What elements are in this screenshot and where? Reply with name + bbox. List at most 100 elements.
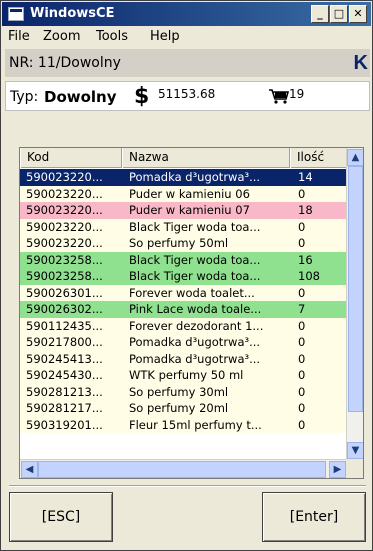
- cell-kod: 590023258...: [26, 269, 103, 283]
- cell-kod: 590023220...: [26, 186, 103, 201]
- enter-button[interactable]: [Enter]: [262, 492, 366, 542]
- vertical-scroll-thumb[interactable]: [348, 166, 363, 412]
- horizontal-scrollbar[interactable]: ◀ ▶: [20, 459, 347, 478]
- typ-label: Typ:: [10, 89, 39, 105]
- table-row[interactable]: 590245413... Pomadka d³ugotrwa³... 0: [20, 350, 347, 367]
- cell-ilosc: 0: [298, 285, 306, 300]
- dollar-icon: $: [134, 84, 150, 109]
- cell-nazwa: Pomadka d³ugotrwa³...: [129, 335, 261, 349]
- cell-nazwa: Pink Lace woda toale...: [129, 302, 262, 316]
- column-header-nazwa[interactable]: Nazwa: [122, 148, 290, 168]
- table-row[interactable]: 590026302... Pink Lace woda toale... 7: [20, 301, 347, 318]
- cell-nazwa: So perfumy 30ml: [129, 384, 229, 399]
- table-header: Kod Nazwa Ilość: [20, 148, 347, 168]
- cell-nazwa: So perfumy 20ml: [129, 401, 229, 415]
- table-row[interactable]: 590281217... So perfumy 20ml 0: [20, 400, 347, 417]
- cell-kod: 590319201...: [26, 417, 103, 432]
- cell-ilosc: 0: [298, 351, 306, 366]
- scroll-left-icon[interactable]: ◀: [21, 461, 38, 478]
- table-body: 590023220... Pomadka d³ugotrwa³... 14 59002…: [20, 169, 347, 460]
- cell-kod: 590281213...: [26, 384, 103, 399]
- menu-tools[interactable]: Tools: [96, 29, 128, 44]
- menu-file[interactable]: File: [8, 29, 30, 44]
- typ-summary: Typ: Dowolny $ 51153.68 19: [5, 81, 370, 111]
- maximize-button[interactable]: □: [330, 5, 348, 23]
- cell-ilosc: 7: [298, 302, 306, 316]
- cell-kod: 590023220...: [26, 170, 103, 184]
- app-window: WindowsCE _ □ ✕ File Zoom Tools Help NR:…: [0, 0, 373, 551]
- cell-kod: 590026302...: [26, 302, 103, 316]
- table-row[interactable]: 590023258... Black Tiger woda toa... 16: [20, 251, 347, 268]
- table-row[interactable]: 590026301... Forever woda toalet... 0: [20, 284, 347, 301]
- cell-kod: 590023220...: [26, 203, 103, 217]
- cart-icon: [269, 89, 290, 104]
- cell-nazwa: Pomadka d³ugotrwa³...: [129, 351, 261, 366]
- table-row[interactable]: 590023220... So perfumy 50ml 0: [20, 235, 347, 252]
- cell-ilosc: 0: [298, 368, 306, 382]
- item-count: 19: [289, 87, 305, 101]
- column-header-ilosc[interactable]: Ilość: [290, 148, 347, 168]
- cell-nazwa: Puder w kamieniu 06: [129, 186, 250, 201]
- table-row[interactable]: 590023220... Pomadka d³ugotrwa³... 14: [20, 169, 347, 186]
- table-row[interactable]: 590281213... So perfumy 30ml 0: [20, 383, 347, 400]
- resize-grip-icon: [346, 459, 363, 478]
- menu-help[interactable]: Help: [150, 29, 180, 44]
- title-bar[interactable]: WindowsCE _ □ ✕: [2, 2, 371, 26]
- cell-ilosc: 0: [298, 219, 306, 234]
- cell-nazwa: Black Tiger woda toa...: [129, 269, 261, 283]
- total-amount: 51153.68: [158, 87, 216, 101]
- divider: [9, 485, 366, 487]
- esc-button[interactable]: [ESC]: [9, 492, 113, 542]
- column-header-kod[interactable]: Kod: [20, 148, 122, 168]
- vertical-scrollbar[interactable]: ▲ ▼: [346, 148, 363, 460]
- minimize-button[interactable]: _: [311, 5, 329, 23]
- table-row[interactable]: 590319201... Fleur 15ml perfumy t... 0: [20, 416, 347, 433]
- cell-kod: 590023220...: [26, 236, 103, 250]
- scroll-right-icon[interactable]: ▶: [329, 461, 346, 478]
- cell-nazwa: Black Tiger woda toa...: [129, 252, 261, 267]
- cell-ilosc: 0: [298, 318, 306, 333]
- nr-field: NR: 11/Dowolny K: [5, 49, 370, 77]
- cell-nazwa: So perfumy 50ml: [129, 236, 229, 250]
- cell-ilosc: 14: [298, 170, 313, 184]
- cell-kod: 590217800...: [26, 335, 103, 349]
- cell-nazwa: Forever woda toalet...: [129, 285, 255, 300]
- cell-nazwa: WTK perfumy 50 ml: [129, 368, 244, 382]
- cell-kod: 590245430...: [26, 368, 103, 382]
- cell-nazwa: Puder w kamieniu 07: [129, 203, 250, 217]
- cell-kod: 590245413...: [26, 351, 103, 366]
- cell-kod: 590281217...: [26, 401, 103, 415]
- table-row[interactable]: 590023220... Puder w kamieniu 07 18: [20, 202, 347, 219]
- cell-ilosc: 0: [298, 186, 306, 201]
- k-logo-icon: K: [353, 52, 368, 74]
- windows-app-icon: [8, 7, 24, 21]
- cell-nazwa: Fleur 15ml perfumy t...: [129, 417, 262, 432]
- table-row[interactable]: 590245430... WTK perfumy 50 ml 0: [20, 367, 347, 384]
- cell-kod: 590112435...: [26, 318, 103, 333]
- cell-kod: 590026301...: [26, 285, 103, 300]
- table-row[interactable]: 590217800... Pomadka d³ugotrwa³... 0: [20, 334, 347, 351]
- horizontal-scroll-thumb[interactable]: [38, 461, 326, 478]
- table-row[interactable]: 590023220... Black Tiger woda toa... 0: [20, 218, 347, 235]
- cell-ilosc: 0: [298, 236, 306, 250]
- typ-value: Dowolny: [44, 88, 117, 106]
- cell-nazwa: Black Tiger woda toa...: [129, 219, 261, 234]
- products-table[interactable]: Kod Nazwa Ilość 590023220... Pomadka d³ug…: [19, 147, 364, 479]
- scroll-up-icon[interactable]: ▲: [347, 149, 363, 166]
- cell-kod: 590023258...: [26, 252, 103, 267]
- cell-ilosc: 0: [298, 417, 306, 432]
- cell-kod: 590023220...: [26, 219, 103, 234]
- menu-zoom[interactable]: Zoom: [43, 29, 80, 44]
- cell-ilosc: 0: [298, 335, 306, 349]
- cell-ilosc: 18: [298, 203, 313, 217]
- table-row[interactable]: 590112435... Forever dezodorant 1... 0: [20, 317, 347, 334]
- cell-nazwa: Pomadka d³ugotrwa³...: [129, 170, 261, 184]
- scroll-down-icon[interactable]: ▼: [347, 442, 363, 459]
- cell-nazwa: Forever dezodorant 1...: [129, 318, 264, 333]
- menu-bar: File Zoom Tools Help: [2, 26, 371, 48]
- table-row[interactable]: 590023258... Black Tiger woda toa... 108: [20, 268, 347, 285]
- table-row[interactable]: 590023220... Puder w kamieniu 06 0: [20, 185, 347, 202]
- cell-ilosc: 108: [298, 269, 320, 283]
- nr-label: NR: 11/Dowolny: [9, 55, 121, 71]
- close-button[interactable]: ✕: [349, 5, 367, 23]
